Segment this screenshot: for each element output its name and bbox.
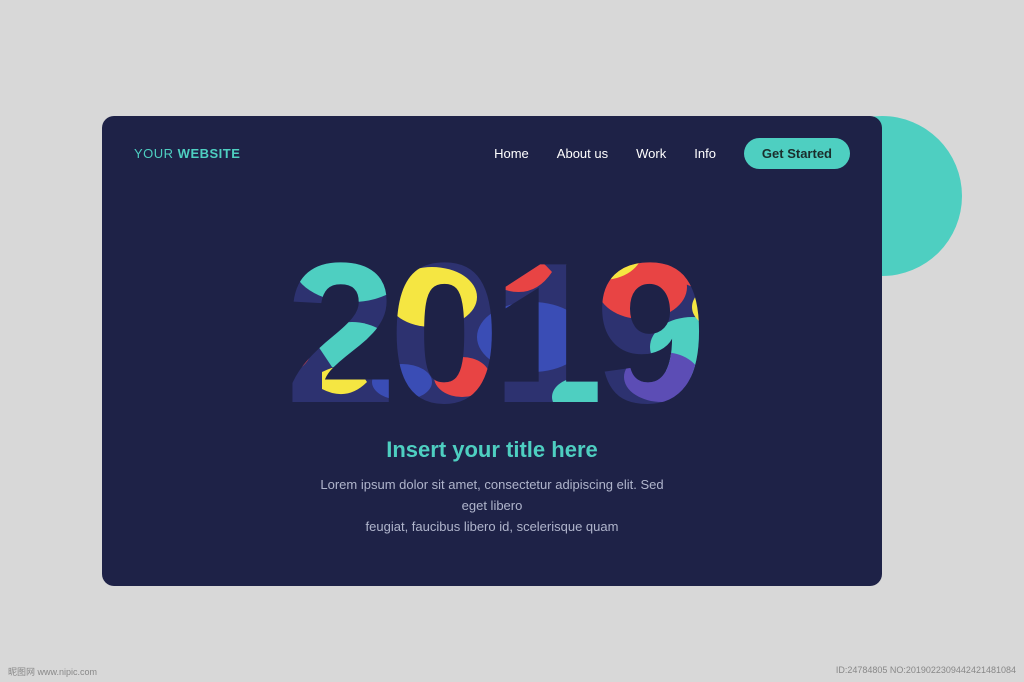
nav-link-work[interactable]: Work [636, 146, 666, 161]
nav-item-info[interactable]: Info [694, 145, 716, 163]
nav-link-about[interactable]: About us [557, 146, 608, 161]
logo: YOUR WEBSITE [134, 146, 240, 161]
year-text-outline: 2019 [286, 222, 700, 417]
hero-description: Lorem ipsum dolor sit amet, consectetur … [312, 475, 672, 537]
year-svg: 2019 [152, 207, 832, 417]
main-card: YOUR WEBSITE Home About us Work Info Get… [102, 116, 882, 586]
logo-your: YOUR [134, 146, 178, 161]
year-display: 2019 [152, 207, 832, 417]
get-started-button[interactable]: Get Started [744, 138, 850, 169]
navbar: YOUR WEBSITE Home About us Work Info Get… [102, 116, 882, 191]
nav-item-home[interactable]: Home [494, 145, 529, 163]
nav-item-about[interactable]: About us [557, 145, 608, 163]
hero-title: Insert your title here [386, 437, 598, 463]
logo-website: WEBSITE [178, 146, 241, 161]
watermark-left: 昵图网 www.nipic.com [8, 665, 97, 678]
nav-cta-wrapper: Get Started [744, 138, 850, 169]
nav-link-info[interactable]: Info [694, 146, 716, 161]
hero-desc-line1: Lorem ipsum dolor sit amet, consectetur … [320, 477, 663, 513]
hero-section: 2019 [102, 191, 882, 586]
nav-links: Home About us Work Info Get Started [494, 138, 850, 169]
hero-desc-line2: feugiat, faucibus libero id, scelerisque… [366, 519, 619, 534]
page-wrapper: YOUR WEBSITE Home About us Work Info Get… [102, 96, 922, 586]
nav-link-home[interactable]: Home [494, 146, 529, 161]
nav-item-work[interactable]: Work [636, 145, 666, 163]
watermark-right: ID:24784805 NO:2019022309442421481084 [836, 665, 1016, 678]
